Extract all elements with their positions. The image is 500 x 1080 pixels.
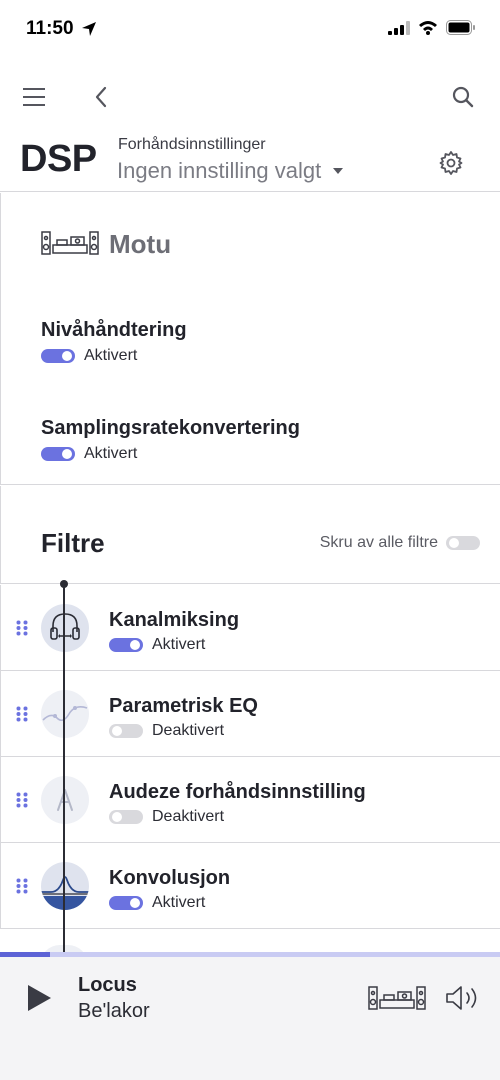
sample-rate-conversion-toggle[interactable]: [41, 447, 75, 461]
disable-all-filters: Skru av alle filtre: [320, 534, 480, 552]
location-arrow-icon: [82, 22, 96, 36]
disable-all-filters-label: Skru av alle filtre: [319, 534, 438, 551]
playback-progress[interactable]: [0, 952, 500, 957]
filter-toggle[interactable]: [109, 638, 143, 652]
filter-name: Konvolusjon: [109, 867, 231, 889]
filter-row-parametric-eq[interactable]: Parametrisk EQ Deaktivert: [0, 671, 500, 757]
preset-value: Ingen innstilling valgt: [117, 158, 322, 183]
filter-row-convolution[interactable]: Konvolusjon Aktivert: [0, 843, 500, 929]
filter-toggle[interactable]: [109, 724, 143, 738]
preset-label: Forhåndsinnstillinger: [118, 136, 266, 153]
setting-state: Aktivert: [84, 347, 138, 364]
filter-state: Aktivert: [152, 894, 206, 911]
filter-chain-start-dot: [60, 580, 68, 588]
hifi-system-icon: [41, 231, 99, 255]
search-icon[interactable]: [450, 84, 476, 110]
page-title: DSP: [20, 138, 97, 180]
status-icons: [388, 20, 476, 35]
filters-header: Filtre Skru av alle filtre: [0, 486, 500, 584]
filter-name: Audeze forhåndsinnstilling: [109, 781, 366, 803]
drag-handle-icon[interactable]: [16, 878, 28, 894]
filter-state: Aktivert: [152, 636, 206, 653]
filter-toggle[interactable]: [109, 896, 143, 910]
setting-level-management: Nivåhåndtering Aktivert: [41, 319, 187, 365]
caret-down-icon: [333, 168, 344, 174]
drag-handle-icon[interactable]: [16, 792, 28, 808]
volume-icon[interactable]: [444, 984, 482, 1012]
device-section: Motu Nivåhåndtering Aktivert Samplingsra…: [0, 193, 500, 485]
audeze-icon: [41, 776, 89, 824]
filter-chain-line: [63, 583, 65, 953]
status-time: 11:50: [26, 18, 74, 39]
track-title: Locus: [78, 974, 137, 996]
filter-name: Parametrisk EQ: [109, 695, 258, 717]
dsp-header: DSP Forhåndsinnstillinger Ingen innstill…: [0, 130, 500, 192]
filters-title: Filtre: [41, 528, 105, 558]
convolution-icon: [41, 862, 89, 910]
drag-handle-icon[interactable]: [16, 706, 28, 722]
setting-title: Samplingsratekonvertering: [41, 417, 300, 439]
filter-toggle[interactable]: [109, 810, 143, 824]
hifi-system-icon[interactable]: [368, 986, 426, 1010]
back-icon[interactable]: [90, 84, 116, 110]
drag-handle-icon[interactable]: [16, 620, 28, 636]
signal-icon: [388, 20, 410, 35]
top-nav: [0, 72, 500, 120]
mini-player[interactable]: Locus Be'lakor: [0, 952, 500, 1080]
setting-title: Nivåhåndtering: [41, 319, 187, 341]
battery-icon: [446, 20, 475, 35]
play-icon[interactable]: [24, 982, 54, 1014]
setting-state: Aktivert: [84, 445, 138, 462]
wifi-icon: [419, 21, 437, 35]
level-management-toggle[interactable]: [41, 349, 75, 363]
disable-all-filters-toggle[interactable]: [446, 536, 480, 550]
headphones-icon: [41, 604, 89, 652]
playback-progress-fill: [0, 952, 50, 957]
preset-select[interactable]: Ingen innstilling valgt: [117, 158, 344, 184]
menu-icon[interactable]: [22, 84, 48, 110]
gear-icon[interactable]: [438, 150, 464, 176]
filter-row-channel-mixing[interactable]: Kanalmiksing Aktivert: [0, 585, 500, 671]
setting-sample-rate-conversion: Samplingsratekonvertering Aktivert: [41, 417, 300, 463]
status-bar: 11:50: [0, 0, 500, 60]
filter-state: Deaktivert: [152, 722, 225, 739]
filter-name: Kanalmiksing: [109, 609, 240, 631]
device-name: Motu: [109, 229, 172, 259]
filter-row-audeze-preset[interactable]: Audeze forhåndsinnstilling Deaktivert: [0, 757, 500, 843]
eq-curve-icon: [41, 690, 89, 738]
track-artist: Be'lakor: [78, 1000, 150, 1022]
filter-state: Deaktivert: [152, 808, 225, 825]
